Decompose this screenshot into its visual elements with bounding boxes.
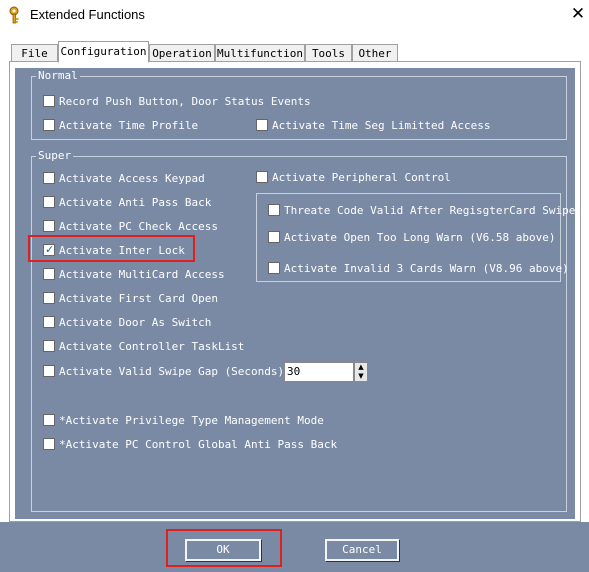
- super-legend: Super: [36, 149, 74, 162]
- invalid-3-cards-checkbox[interactable]: [268, 262, 280, 274]
- pc-check-access-checkbox[interactable]: [43, 220, 55, 232]
- first-card-open-checkbox[interactable]: [43, 292, 55, 304]
- time-profile-label: Activate Time Profile: [59, 119, 199, 132]
- open-too-long-label: Activate Open Too Long Warn (V6.58 above…: [284, 231, 556, 244]
- access-keypad-label: Activate Access Keypad: [59, 172, 205, 185]
- multicard-access-checkbox[interactable]: [43, 268, 55, 280]
- tab-multifunction[interactable]: Multifunction: [215, 44, 305, 62]
- anti-pass-back-label: Activate Anti Pass Back: [59, 196, 212, 209]
- time-seg-limited-label: Activate Time Seg Limitted Access: [272, 119, 491, 132]
- threat-code-checkbox[interactable]: [268, 204, 280, 216]
- inter-lock-highlight: [28, 235, 195, 262]
- privilege-type-checkbox[interactable]: [43, 414, 55, 426]
- tab-tools[interactable]: Tools: [305, 44, 352, 62]
- spin-up-icon[interactable]: ▲: [355, 363, 367, 372]
- time-seg-limited-checkbox[interactable]: [256, 119, 268, 131]
- invalid-3-cards-label: Activate Invalid 3 Cards Warn (V8.96 abo…: [284, 262, 569, 275]
- button-bar: [0, 522, 589, 572]
- pc-global-anti-pass-back-checkbox[interactable]: [43, 438, 55, 450]
- close-icon[interactable]: ✕: [568, 2, 588, 26]
- record-push-button-label: Record Push Button, Door Status Events: [59, 95, 311, 108]
- key-icon: [9, 6, 19, 24]
- valid-swipe-gap-checkbox[interactable]: [43, 365, 55, 377]
- peripheral-control-checkbox[interactable]: [256, 171, 268, 183]
- controller-tasklist-checkbox[interactable]: [43, 340, 55, 352]
- first-card-open-label: Activate First Card Open: [59, 292, 218, 305]
- pc-check-access-label: Activate PC Check Access: [59, 220, 218, 233]
- tab-configuration[interactable]: Configuration: [58, 41, 149, 63]
- spin-down-icon[interactable]: ▼: [355, 372, 367, 381]
- access-keypad-checkbox[interactable]: [43, 172, 55, 184]
- normal-legend: Normal: [36, 69, 80, 82]
- privilege-type-label: *Activate Privilege Type Management Mode: [59, 414, 324, 427]
- threat-code-label: Threate Code Valid After RegisgterCard S…: [284, 204, 576, 217]
- door-as-switch-checkbox[interactable]: [43, 316, 55, 328]
- controller-tasklist-label: Activate Controller TaskList: [59, 340, 245, 353]
- time-profile-checkbox[interactable]: [43, 119, 55, 131]
- pc-global-anti-pass-back-label: *Activate PC Control Global Anti Pass Ba…: [59, 438, 338, 451]
- multicard-access-label: Activate MultiCard Access: [59, 268, 225, 281]
- record-push-button-checkbox[interactable]: [43, 95, 55, 107]
- tab-operation[interactable]: Operation: [149, 44, 215, 62]
- door-as-switch-label: Activate Door As Switch: [59, 316, 212, 329]
- anti-pass-back-checkbox[interactable]: [43, 196, 55, 208]
- ok-button-highlight: [166, 529, 282, 567]
- cancel-button[interactable]: Cancel: [325, 539, 399, 561]
- swipe-gap-stepper[interactable]: ▲ ▼: [354, 362, 368, 382]
- peripheral-control-label: Activate Peripheral Control: [272, 171, 451, 184]
- tab-other[interactable]: Other: [352, 44, 398, 62]
- tab-file[interactable]: File: [11, 44, 58, 62]
- window-title: Extended Functions: [30, 7, 145, 22]
- valid-swipe-gap-label: Activate Valid Swipe Gap (Seconds): [59, 365, 285, 378]
- swipe-gap-input[interactable]: 30: [284, 362, 354, 382]
- open-too-long-checkbox[interactable]: [268, 231, 280, 243]
